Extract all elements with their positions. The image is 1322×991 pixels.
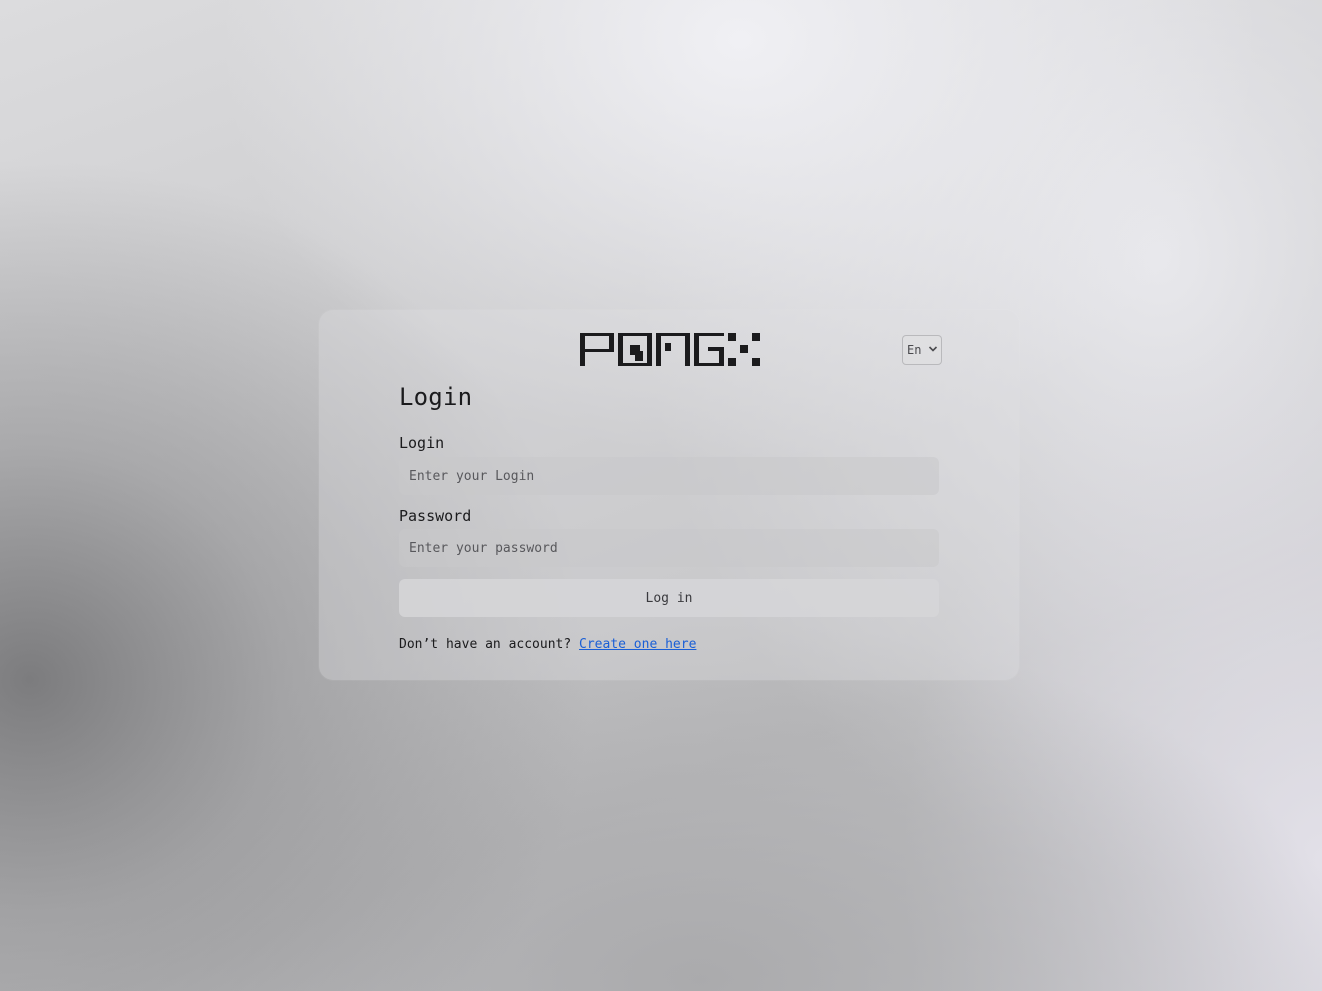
login-input[interactable] [399, 457, 939, 495]
signup-prompt: Don’t have an account? [399, 637, 572, 652]
login-card: En Login Login Password Log in Don’t hav… [319, 310, 1019, 680]
language-select[interactable]: En [902, 335, 942, 365]
language-selected-value: En [907, 343, 922, 357]
login-button[interactable]: Log in [399, 579, 939, 617]
pongx-logo-icon [580, 333, 760, 366]
password-label: Password [399, 507, 472, 525]
page-title: Login [399, 383, 473, 411]
create-account-link[interactable]: Create one here [579, 637, 696, 652]
chevron-down-icon [928, 346, 938, 352]
signup-row: Don’t have an account? Create one here [399, 637, 696, 652]
login-label: Login [399, 434, 445, 452]
password-input[interactable] [399, 529, 939, 567]
pongx-logo [580, 333, 760, 366]
